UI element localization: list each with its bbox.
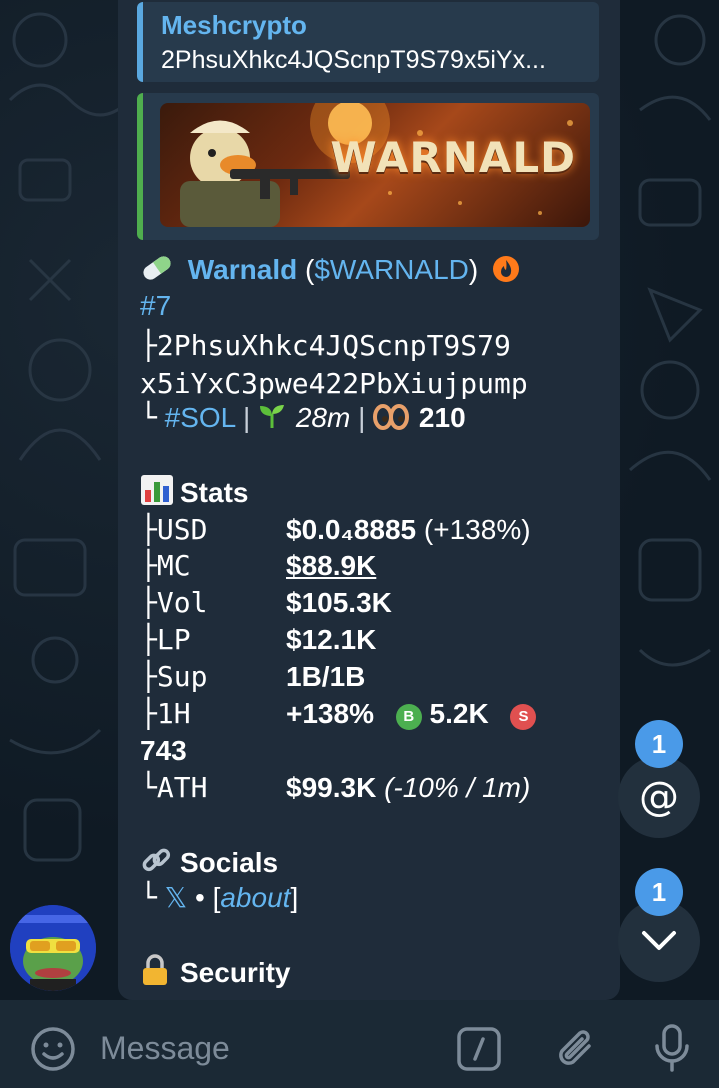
price-change: (+138%) [416, 514, 531, 545]
age-value: 28m [295, 402, 351, 433]
tree-prefix: ├ [140, 697, 157, 730]
sender-avatar[interactable] [10, 905, 96, 991]
stat-key: 1H [156, 697, 191, 730]
chart-icon [140, 474, 180, 515]
socials-title: Socials [180, 847, 279, 878]
stats-title: Stats [180, 477, 249, 508]
microphone-icon[interactable] [652, 1022, 692, 1076]
socials-line: └ 𝕏 • [about] [140, 880, 298, 916]
stat-row-ath: └ATH [140, 770, 207, 806]
address-line-2[interactable]: x5iYxC3pwe422PbXiujpump [140, 366, 528, 402]
views-count: 210 [418, 402, 466, 433]
sells-value: 743 [140, 735, 187, 766]
security-title: Security [180, 957, 291, 988]
hour-change: +138% [286, 698, 374, 729]
seedling-icon [258, 402, 288, 439]
stat-key: Sup [156, 660, 208, 693]
chain-line: └ #SOL | 28m | 210 [140, 400, 466, 439]
sell-badge-icon: S [510, 704, 537, 730]
liquidity-value: $12.1K [286, 624, 377, 655]
tree-prefix: └ [140, 401, 157, 434]
reply-sender-name: Meshcrypto [161, 10, 307, 40]
fire-icon [492, 255, 526, 292]
stat-key: ATH [156, 771, 208, 804]
reply-quote[interactable]: Meshcrypto 2PhsuXhkc4JQScnpT9S79x5iYx... [137, 2, 599, 82]
socials-header: Socials [140, 844, 278, 885]
address-line-1[interactable]: ├2PhsuXhkc4JQScnpT9S79 [140, 328, 511, 364]
x-link[interactable]: 𝕏 [165, 882, 188, 913]
unread-count-badge: 1 [635, 868, 683, 916]
price-value: $0.0₄8885 [286, 514, 417, 545]
at-icon: @ [639, 774, 679, 820]
stat-key: USD [156, 513, 208, 546]
stat-row-usd: ├USD [140, 512, 207, 548]
market-cap-link[interactable]: $88.9K [286, 548, 376, 584]
about-link[interactable]: about [220, 882, 290, 913]
ath-values: $99.3K (-10% / 1m) [286, 770, 530, 806]
separator: | [358, 402, 366, 433]
mentions-count-badge: 1 [635, 720, 683, 768]
stat-key: MC [156, 549, 191, 582]
emoji-icon[interactable] [30, 1026, 76, 1072]
stat-value-usd: $0.0₄8885 (+138%) [286, 512, 531, 548]
tree-prefix: └ [140, 771, 157, 804]
ticker-link[interactable]: $WARNALD [314, 254, 469, 285]
rank-hashtag[interactable]: #7 [140, 288, 171, 324]
stats-header: Stats [140, 474, 248, 515]
banner-title: WARNALD [330, 133, 576, 182]
pepe-avatar-image [10, 905, 96, 991]
link-icon [140, 844, 180, 885]
tree-prefix: ├ [140, 549, 157, 582]
stat-row-sup: ├Sup [140, 659, 207, 695]
tree-prefix: └ [140, 881, 157, 914]
bullet: • [187, 882, 213, 913]
preview-banner-image[interactable]: WARNALD [160, 103, 590, 227]
stat-key: LP [156, 623, 191, 656]
mentions-button[interactable]: @ [618, 756, 700, 838]
stat-row-vol: ├Vol [140, 585, 207, 621]
ticker-close: ) [468, 254, 479, 285]
buy-badge-icon: B [395, 704, 422, 730]
ath-value: $99.3K [286, 772, 377, 803]
stat-row-mc: ├MC [140, 548, 191, 584]
buys-value: 5.2K [429, 698, 489, 729]
reply-text: 2PhsuXhkc4JQScnpT9S79x5iYx... [161, 46, 546, 74]
bracket-close: ] [290, 882, 299, 913]
supply-value: 1B/1B [286, 661, 366, 692]
chevron-down-icon [642, 931, 676, 950]
lock-icon [140, 954, 180, 995]
tree-prefix: ├ [140, 660, 157, 693]
ticker-open: ( [297, 254, 315, 285]
eyes-icon [373, 403, 411, 439]
stat-key: Vol [156, 586, 208, 619]
ath-extra: (-10% / 1m) [384, 772, 531, 803]
security-header: Security [140, 954, 291, 995]
pill-icon [140, 253, 180, 292]
stat-row-lp: ├LP [140, 622, 191, 658]
commands-icon[interactable] [456, 1026, 502, 1072]
chain-hashtag[interactable]: #SOL [165, 402, 236, 433]
tree-prefix: ├ [140, 513, 157, 546]
message-input[interactable]: Message [100, 1030, 230, 1067]
separator: | [242, 402, 251, 433]
tree-prefix: ├ [140, 586, 157, 619]
token-title-line: Warnald ($WARNALD) [140, 252, 526, 292]
token-name-link[interactable]: Warnald [188, 254, 297, 285]
tree-prefix: ├ [140, 623, 157, 656]
stat-row-1h: ├1H [140, 696, 191, 732]
volume-value: $105.3K [286, 587, 392, 618]
attach-icon[interactable] [553, 1024, 599, 1074]
message-composer: Message [0, 1000, 719, 1088]
link-preview[interactable]: WARNALD [137, 93, 599, 240]
hour-stats: +138% B 5.2K S [286, 696, 537, 732]
